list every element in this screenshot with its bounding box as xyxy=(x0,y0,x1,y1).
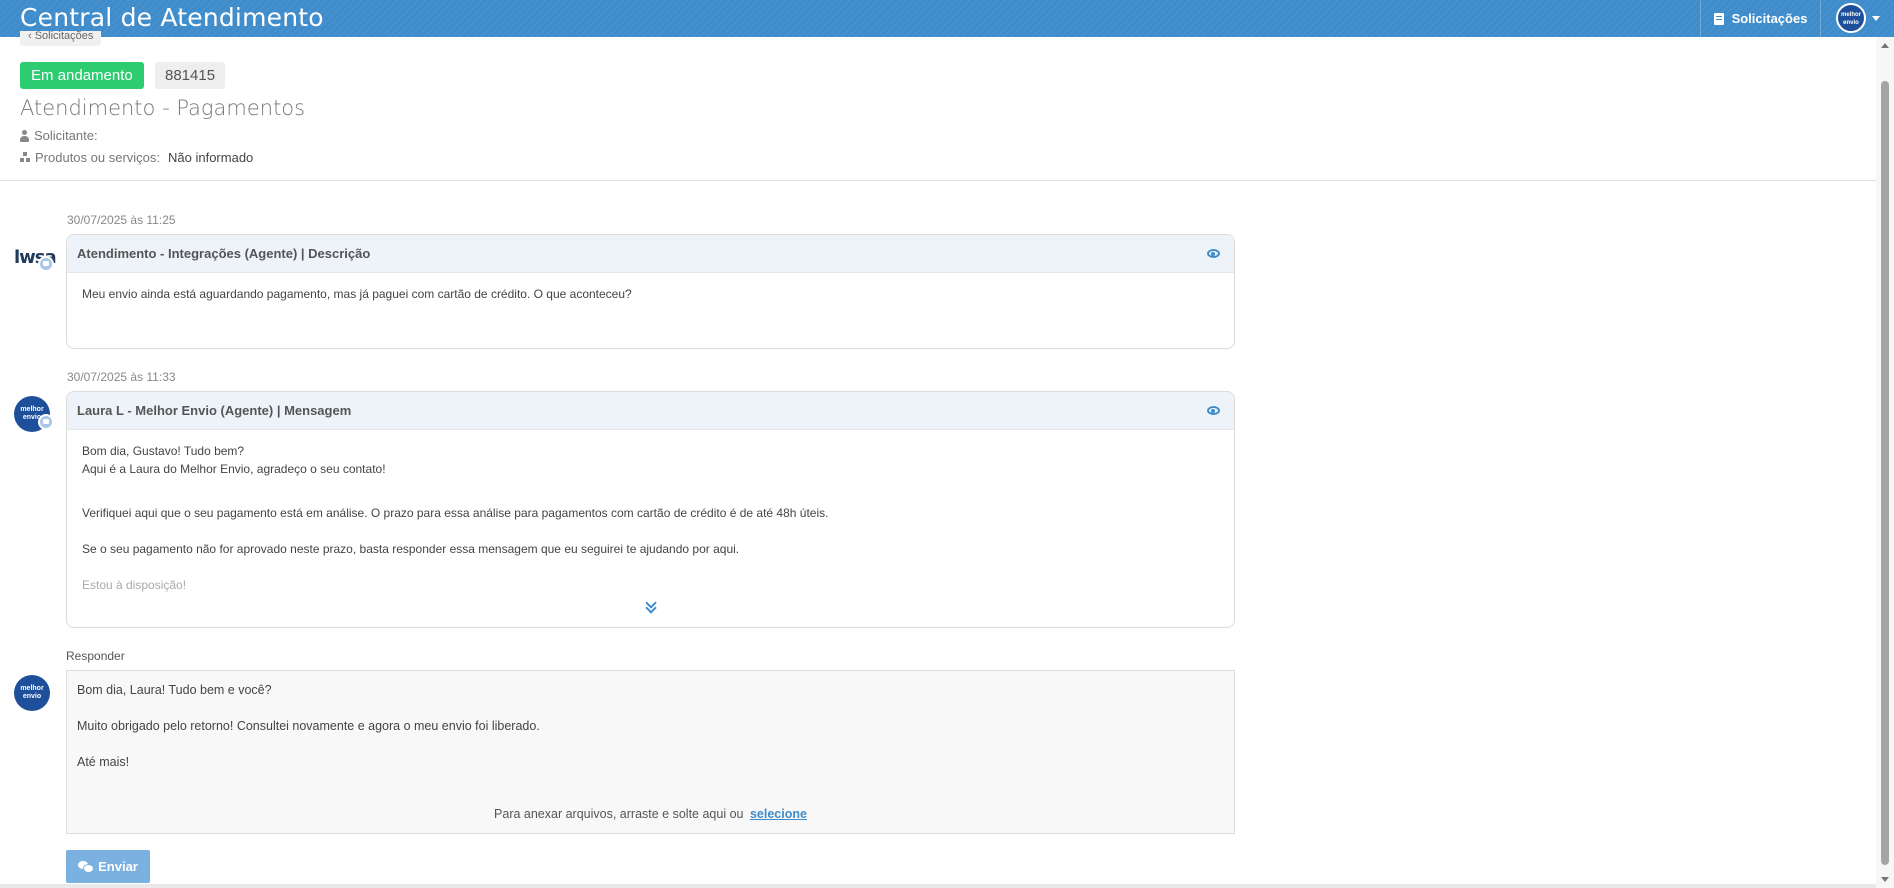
scroll-down-arrow-icon[interactable] xyxy=(1881,877,1889,882)
ticket-id-badge: 881415 xyxy=(155,62,226,89)
reply-line: Até mais! xyxy=(77,755,130,769)
attach-text: Para anexar arquivos, arraste e solte aq… xyxy=(494,807,744,821)
nav-solicitacoes-label: Solicitações xyxy=(1731,11,1808,26)
message-line: Se o seu pagamento não for aprovado nest… xyxy=(82,542,740,556)
chevron-down-icon xyxy=(1872,15,1880,21)
top-bar: Central de Atendimento Solicitações melh… xyxy=(0,0,1894,37)
message-card: Atendimento - Integrações (Agente) | Des… xyxy=(66,234,1235,349)
message-line: Estou à disposição! xyxy=(82,578,187,592)
expand-double-chevron-icon[interactable] xyxy=(645,601,657,613)
message-timestamp: 30/07/2025 às 11:25 xyxy=(67,213,176,227)
app-title: Central de Atendimento xyxy=(20,3,324,32)
requester-label: Solicitante: xyxy=(34,128,98,143)
select-files-link[interactable]: selecione xyxy=(750,807,807,821)
reply-content[interactable]: Bom dia, Laura! Tudo bem e você? Muito o… xyxy=(77,681,540,771)
cubes-icon xyxy=(20,152,30,163)
message-body: Bom dia, Gustavo! Tudo bem? Aqui é a Lau… xyxy=(67,430,1234,606)
status-badge: Em andamento xyxy=(20,62,144,89)
send-button-label: Enviar xyxy=(98,859,138,874)
header-divider xyxy=(0,180,1876,181)
message-card: Laura L - Melhor Envio (Agente) | Mensag… xyxy=(66,391,1235,628)
scroll-up-arrow-icon[interactable] xyxy=(1881,43,1889,48)
products-value: Não informado xyxy=(168,150,254,165)
ticket-title: Atendimento - Pagamentos xyxy=(20,96,306,120)
user-avatar: melhor envio xyxy=(1836,3,1866,33)
products-row: Produtos ou serviços: Não informado xyxy=(20,150,253,165)
eye-icon[interactable] xyxy=(1207,406,1220,415)
reply-avatar: melhor envio xyxy=(14,675,50,711)
message-header: Atendimento - Integrações (Agente) | Des… xyxy=(67,235,1234,273)
user-icon xyxy=(20,129,29,142)
vertical-scrollbar[interactable] xyxy=(1876,37,1894,888)
message-line: Aqui é a Laura do Melhor Envio, agradeço… xyxy=(82,462,386,476)
back-to-solicitacoes-link[interactable]: ‹ Solicitações xyxy=(20,31,102,46)
requester-row: Solicitante: xyxy=(20,128,106,143)
reply-textarea[interactable]: Bom dia, Laura! Tudo bem e você? Muito o… xyxy=(66,670,1235,834)
reply-line: Bom dia, Laura! Tudo bem e você? xyxy=(77,683,272,697)
nav-solicitacoes-button[interactable]: Solicitações xyxy=(1700,0,1821,37)
message-line: Bom dia, Gustavo! Tudo bem? xyxy=(82,444,245,458)
send-button[interactable]: Enviar xyxy=(66,850,150,883)
message-timestamp: 30/07/2025 às 11:33 xyxy=(67,370,176,384)
message-header-label: Atendimento - Integrações (Agente) | Des… xyxy=(77,246,371,261)
reply-line: Muito obrigado pelo retorno! Consultei n… xyxy=(77,719,540,733)
scroll-thumb[interactable] xyxy=(1881,81,1889,865)
message-type-icon xyxy=(38,256,54,272)
products-label: Produtos ou serviços: xyxy=(35,150,161,165)
message-line: Meu envio ainda está aguardando pagament… xyxy=(82,287,632,301)
comments-icon xyxy=(78,861,95,873)
user-menu[interactable]: melhor envio xyxy=(1836,3,1880,33)
message-header: Laura L - Melhor Envio (Agente) | Mensag… xyxy=(67,392,1234,430)
eye-icon[interactable] xyxy=(1207,249,1220,258)
reply-label: Responder xyxy=(66,649,125,663)
bottom-scroll-track xyxy=(0,884,1876,888)
message-body: Meu envio ainda está aguardando pagament… xyxy=(67,273,1234,315)
message-type-icon xyxy=(38,414,54,430)
message-header-label: Laura L - Melhor Envio (Agente) | Mensag… xyxy=(77,403,352,418)
document-icon xyxy=(1713,12,1724,25)
attach-dropzone[interactable]: Para anexar arquivos, arraste e solte aq… xyxy=(67,807,1234,821)
message-line: Verifiquei aqui que o seu pagamento está… xyxy=(82,506,829,520)
